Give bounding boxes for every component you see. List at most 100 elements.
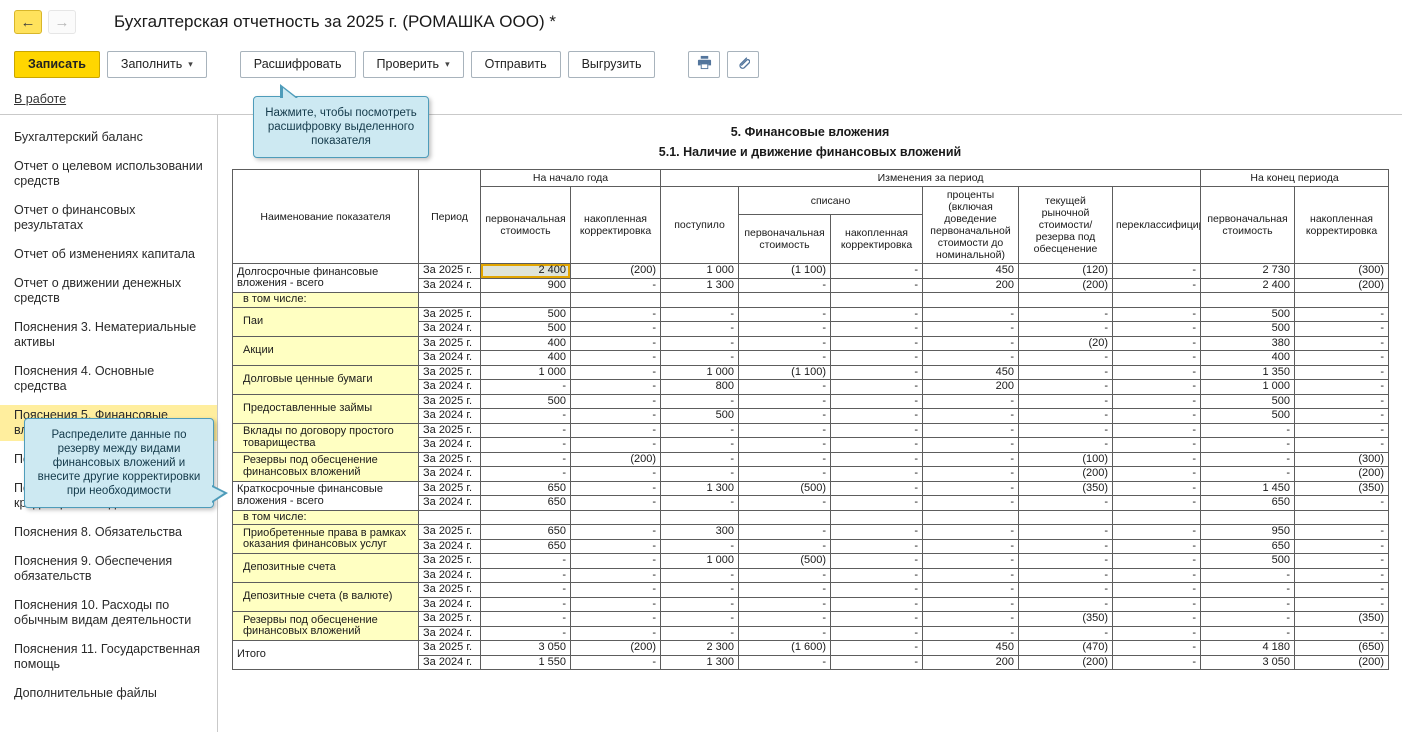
table-cell[interactable]: - (739, 597, 831, 612)
table-cell[interactable]: - (923, 525, 1019, 540)
table-cell[interactable]: - (1113, 365, 1201, 380)
table-cell[interactable]: 1 300 (661, 655, 739, 670)
table-cell[interactable]: - (1019, 380, 1113, 395)
table-cell[interactable]: - (1019, 423, 1113, 438)
table-cell[interactable]: 500 (481, 322, 571, 337)
table-cell[interactable]: - (1113, 525, 1201, 540)
table-cell[interactable]: - (571, 496, 661, 511)
table-cell[interactable]: - (1295, 568, 1389, 583)
table-cell[interactable]: - (481, 612, 571, 627)
table-cell[interactable]: - (739, 394, 831, 409)
table-cell[interactable]: - (661, 336, 739, 351)
table-cell[interactable]: (100) (1019, 452, 1113, 467)
table-cell[interactable] (923, 293, 1019, 308)
table-cell[interactable]: - (481, 467, 571, 482)
period-cell[interactable]: За 2025 г. (419, 336, 481, 351)
table-cell[interactable]: - (661, 438, 739, 453)
attach-button[interactable] (727, 51, 759, 78)
table-cell[interactable]: 500 (481, 394, 571, 409)
table-cell[interactable]: - (739, 525, 831, 540)
table-cell[interactable]: 3 050 (1201, 655, 1295, 670)
table-cell[interactable]: - (739, 351, 831, 366)
table-cell[interactable]: - (661, 394, 739, 409)
period-cell[interactable]: За 2024 г. (419, 467, 481, 482)
table-cell[interactable]: - (481, 568, 571, 583)
table-cell[interactable]: - (831, 351, 923, 366)
table-cell[interactable]: - (481, 554, 571, 569)
table-cell[interactable]: - (571, 539, 661, 554)
table-cell[interactable]: (200) (1295, 467, 1389, 482)
table-cell[interactable]: - (571, 278, 661, 293)
row-name-cell[interactable]: Предоставленные займы (233, 394, 419, 423)
table-cell[interactable]: - (831, 438, 923, 453)
table-cell[interactable]: 2 730 (1201, 264, 1295, 279)
table-cell[interactable]: 500 (1201, 394, 1295, 409)
table-cell[interactable]: - (481, 438, 571, 453)
table-cell[interactable]: - (1019, 409, 1113, 424)
table-cell[interactable]: - (831, 394, 923, 409)
period-cell[interactable] (419, 510, 481, 525)
table-cell[interactable]: - (831, 481, 923, 496)
table-cell[interactable]: - (831, 307, 923, 322)
table-cell[interactable] (1019, 510, 1113, 525)
table-cell[interactable]: (350) (1019, 481, 1113, 496)
table-cell[interactable]: - (831, 641, 923, 656)
period-cell[interactable]: За 2025 г. (419, 612, 481, 627)
table-cell[interactable]: (200) (1295, 278, 1389, 293)
table-cell[interactable]: 500 (481, 307, 571, 322)
table-cell[interactable]: - (739, 655, 831, 670)
table-cell[interactable]: - (1201, 467, 1295, 482)
table-cell[interactable]: (200) (571, 264, 661, 279)
period-cell[interactable]: За 2025 г. (419, 554, 481, 569)
table-cell[interactable]: - (1201, 597, 1295, 612)
table-cell[interactable]: - (661, 452, 739, 467)
table-cell[interactable]: 2 400 (481, 264, 571, 279)
table-cell[interactable]: - (923, 626, 1019, 641)
table-cell[interactable] (1295, 293, 1389, 308)
table-cell[interactable]: - (1113, 554, 1201, 569)
table-cell[interactable]: (350) (1019, 612, 1113, 627)
period-cell[interactable]: За 2025 г. (419, 452, 481, 467)
period-cell[interactable]: За 2024 г. (419, 351, 481, 366)
table-cell[interactable]: 500 (1201, 307, 1295, 322)
table-cell[interactable]: - (831, 568, 923, 583)
table-cell[interactable]: - (923, 351, 1019, 366)
table-cell[interactable]: - (661, 583, 739, 598)
sidebar-item[interactable]: Бухгалтерский баланс (0, 127, 217, 148)
table-cell[interactable]: - (923, 438, 1019, 453)
table-cell[interactable]: - (831, 539, 923, 554)
table-cell[interactable]: - (831, 626, 923, 641)
table-cell[interactable]: - (571, 322, 661, 337)
table-cell[interactable]: - (923, 409, 1019, 424)
table-cell[interactable]: 400 (481, 351, 571, 366)
table-cell[interactable]: - (739, 539, 831, 554)
period-cell[interactable]: За 2025 г. (419, 264, 481, 279)
table-cell[interactable]: - (1019, 583, 1113, 598)
table-cell[interactable]: - (571, 568, 661, 583)
table-cell[interactable]: (350) (1295, 612, 1389, 627)
table-cell[interactable]: - (1113, 568, 1201, 583)
table-cell[interactable] (739, 293, 831, 308)
period-cell[interactable]: За 2025 г. (419, 394, 481, 409)
table-cell[interactable]: 450 (923, 264, 1019, 279)
table-cell[interactable]: - (739, 467, 831, 482)
table-cell[interactable]: (500) (739, 481, 831, 496)
table-cell[interactable]: - (661, 322, 739, 337)
table-cell[interactable]: - (831, 612, 923, 627)
sidebar-item[interactable]: Отчет об изменениях капитала (0, 244, 217, 265)
period-cell[interactable]: За 2024 г. (419, 322, 481, 337)
table-cell[interactable]: - (739, 380, 831, 395)
table-cell[interactable]: - (1113, 481, 1201, 496)
table-cell[interactable] (571, 293, 661, 308)
table-cell[interactable]: - (1295, 438, 1389, 453)
period-cell[interactable]: За 2024 г. (419, 539, 481, 554)
table-cell[interactable]: - (1113, 409, 1201, 424)
table-cell[interactable]: 500 (1201, 554, 1295, 569)
table-cell[interactable]: - (1201, 438, 1295, 453)
table-cell[interactable]: - (831, 380, 923, 395)
table-cell[interactable]: - (1113, 438, 1201, 453)
table-cell[interactable]: - (1295, 423, 1389, 438)
sidebar-item[interactable]: Отчет о движении денежных средств (0, 273, 217, 309)
table-cell[interactable]: - (831, 583, 923, 598)
table-cell[interactable]: - (1295, 351, 1389, 366)
